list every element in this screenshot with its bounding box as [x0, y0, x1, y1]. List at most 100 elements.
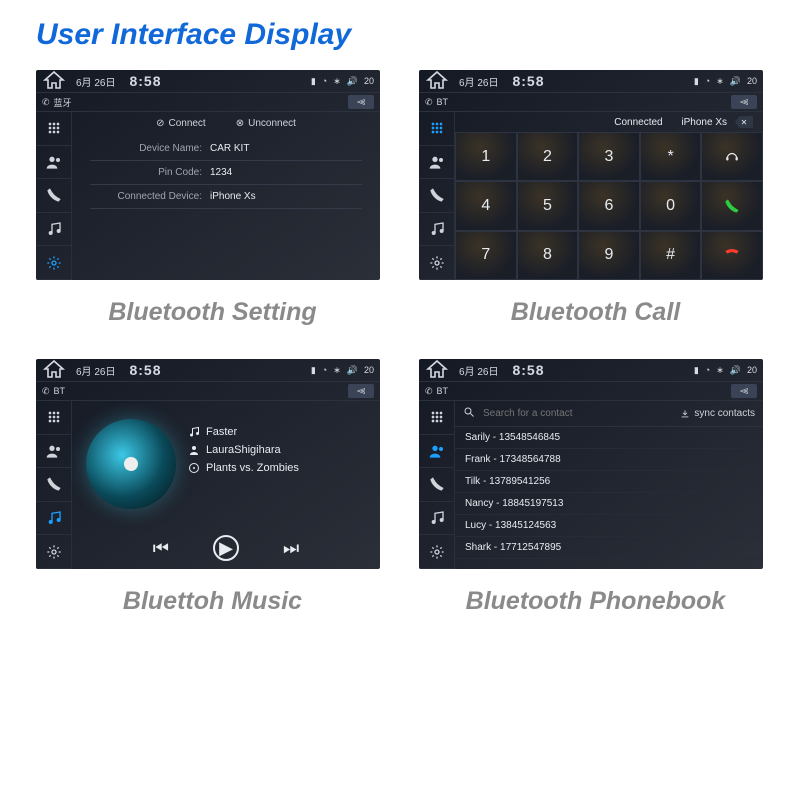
back-button[interactable] — [731, 384, 757, 398]
sub-bar: ✆ BT — [36, 381, 380, 401]
status-bar: 6月 26日 8:58 ▮◔∗🔊20 — [419, 359, 763, 381]
sidebar-contacts-icon[interactable] — [36, 146, 71, 180]
sidebar-apps-icon[interactable] — [36, 112, 71, 146]
sidebar-apps-icon[interactable] — [36, 401, 71, 435]
sidebar-apps-icon[interactable] — [419, 401, 454, 435]
back-button[interactable] — [348, 384, 374, 398]
status-date: 6月 26日 — [449, 74, 498, 89]
key-9[interactable]: 9 — [578, 231, 640, 280]
connect-button[interactable]: ⊘ Connect — [156, 118, 206, 129]
key-8[interactable]: 8 — [517, 231, 579, 280]
key-1[interactable]: 1 — [455, 132, 517, 181]
key-hash[interactable]: # — [640, 231, 702, 280]
phonebook-content: sync contacts Sarily - 13548546845 Frank… — [455, 401, 763, 569]
screen-bt-call: 6月 26日 8:58 ▮◔∗🔊20 ✆BT Connected iPhone … — [419, 70, 763, 280]
screen-bt-music: 6月 26日 8:58 ▮◔∗🔊20 ✆BT Faster — [36, 359, 380, 569]
row-connected-device: Connected Device:iPhone Xs — [90, 185, 362, 209]
prev-button[interactable]: ⏮ — [153, 538, 169, 559]
caption-music: Bluettoh Music — [36, 573, 389, 644]
sidebar-music-icon[interactable] — [419, 502, 454, 536]
sidebar-apps-icon[interactable] — [419, 112, 454, 146]
subbar-label: BT — [54, 386, 66, 396]
sidebar — [419, 401, 455, 569]
sidebar-call-icon[interactable] — [419, 468, 454, 502]
list-item[interactable]: Frank - 17348564788 — [455, 449, 763, 471]
back-button[interactable] — [731, 95, 757, 109]
caption-setting: Bluetooth Setting — [36, 284, 389, 355]
home-icon[interactable] — [42, 359, 66, 382]
sidebar-settings-icon[interactable] — [36, 535, 71, 569]
music-content: Faster LauraShigihara Plants vs. Zombies… — [72, 401, 380, 569]
list-item[interactable]: Sarily - 13548546845 — [455, 427, 763, 449]
page-title: User Interface Display — [0, 0, 800, 70]
key-voice[interactable] — [701, 132, 763, 181]
play-button[interactable]: ▶ — [213, 535, 239, 561]
phone-icon: ✆ — [42, 386, 50, 397]
signal-icon: ▮ — [311, 76, 316, 87]
sidebar — [419, 112, 455, 280]
sub-bar: ✆BT — [419, 381, 763, 401]
key-2[interactable]: 2 — [517, 132, 579, 181]
sidebar-settings-icon[interactable] — [419, 246, 454, 280]
list-item[interactable]: Lucy - 13845124563 — [455, 515, 763, 537]
search-icon — [463, 406, 475, 421]
list-item[interactable]: Tilk - 13789541256 — [455, 471, 763, 493]
sidebar-settings-icon[interactable] — [36, 246, 71, 280]
sidebar-contacts-icon[interactable] — [36, 435, 71, 469]
next-button[interactable]: ⏭ — [283, 538, 299, 559]
key-call[interactable] — [701, 181, 763, 230]
album-art — [86, 419, 176, 509]
sidebar-music-icon[interactable] — [36, 502, 71, 536]
phone-icon: ✆ — [42, 97, 50, 108]
dialer-content: Connected iPhone Xs ✕ 1 2 3 * 4 5 6 0 7 … — [455, 112, 763, 280]
home-icon[interactable] — [425, 70, 449, 93]
sub-bar: ✆ BT — [419, 92, 763, 112]
phone-icon: ✆ — [425, 386, 433, 397]
sidebar-contacts-icon[interactable] — [419, 146, 454, 180]
contact-list[interactable]: Sarily - 13548546845 Frank - 17348564788… — [455, 427, 763, 559]
subbar-label: BT — [437, 97, 449, 107]
connected-label: Connected iPhone Xs ✕ — [455, 112, 763, 132]
status-date: 6月 26日 — [66, 363, 115, 378]
status-date: 6月 26日 — [449, 363, 498, 378]
sidebar-settings-icon[interactable] — [419, 535, 454, 569]
key-5[interactable]: 5 — [517, 181, 579, 230]
row-device-name: Device Name:CAR KIT — [90, 137, 362, 161]
sidebar-call-icon[interactable] — [419, 179, 454, 213]
back-button[interactable] — [348, 95, 374, 109]
key-end[interactable] — [701, 231, 763, 280]
key-7[interactable]: 7 — [455, 231, 517, 280]
key-0[interactable]: 0 — [640, 181, 702, 230]
sidebar-music-icon[interactable] — [36, 213, 71, 247]
status-icons: ▮◔∗🔊20 — [694, 365, 757, 376]
status-bar: 6月 26日 8:58 ▮◔∗ 🔊20 — [36, 70, 380, 92]
unconnect-button[interactable]: ⊗ Unconnect — [236, 118, 296, 129]
backspace-button[interactable]: ✕ — [735, 116, 753, 128]
home-icon[interactable] — [42, 70, 66, 93]
search-bar: sync contacts — [455, 401, 763, 427]
sidebar-call-icon[interactable] — [36, 179, 71, 213]
caption-phonebook: Bluetooth Phonebook — [419, 573, 772, 644]
key-3[interactable]: 3 — [578, 132, 640, 181]
key-6[interactable]: 6 — [578, 181, 640, 230]
key-4[interactable]: 4 — [455, 181, 517, 230]
key-star[interactable]: * — [640, 132, 702, 181]
sidebar-contacts-icon[interactable] — [419, 435, 454, 469]
track-title: Faster — [188, 423, 372, 441]
bluetooth-icon: ∗ — [333, 76, 341, 87]
status-icons: ▮◔∗🔊20 — [694, 76, 757, 87]
sidebar-music-icon[interactable] — [419, 213, 454, 247]
status-time: 8:58 — [115, 362, 161, 378]
home-icon[interactable] — [425, 359, 449, 382]
track-artist: LauraShigihara — [188, 441, 372, 459]
phone-icon: ✆ — [425, 97, 433, 108]
subbar-label: 蓝牙 — [54, 96, 72, 109]
sync-button[interactable]: sync contacts — [680, 408, 755, 419]
sidebar-call-icon[interactable] — [36, 468, 71, 502]
list-item[interactable]: Shark - 17712547895 — [455, 537, 763, 559]
status-date: 6月 26日 — [66, 74, 115, 89]
search-input[interactable] — [483, 408, 672, 419]
list-item[interactable]: Nancy - 18845197513 — [455, 493, 763, 515]
caption-call: Bluetooth Call — [419, 284, 772, 355]
dial-pad: 1 2 3 * 4 5 6 0 7 8 9 # — [455, 132, 763, 280]
